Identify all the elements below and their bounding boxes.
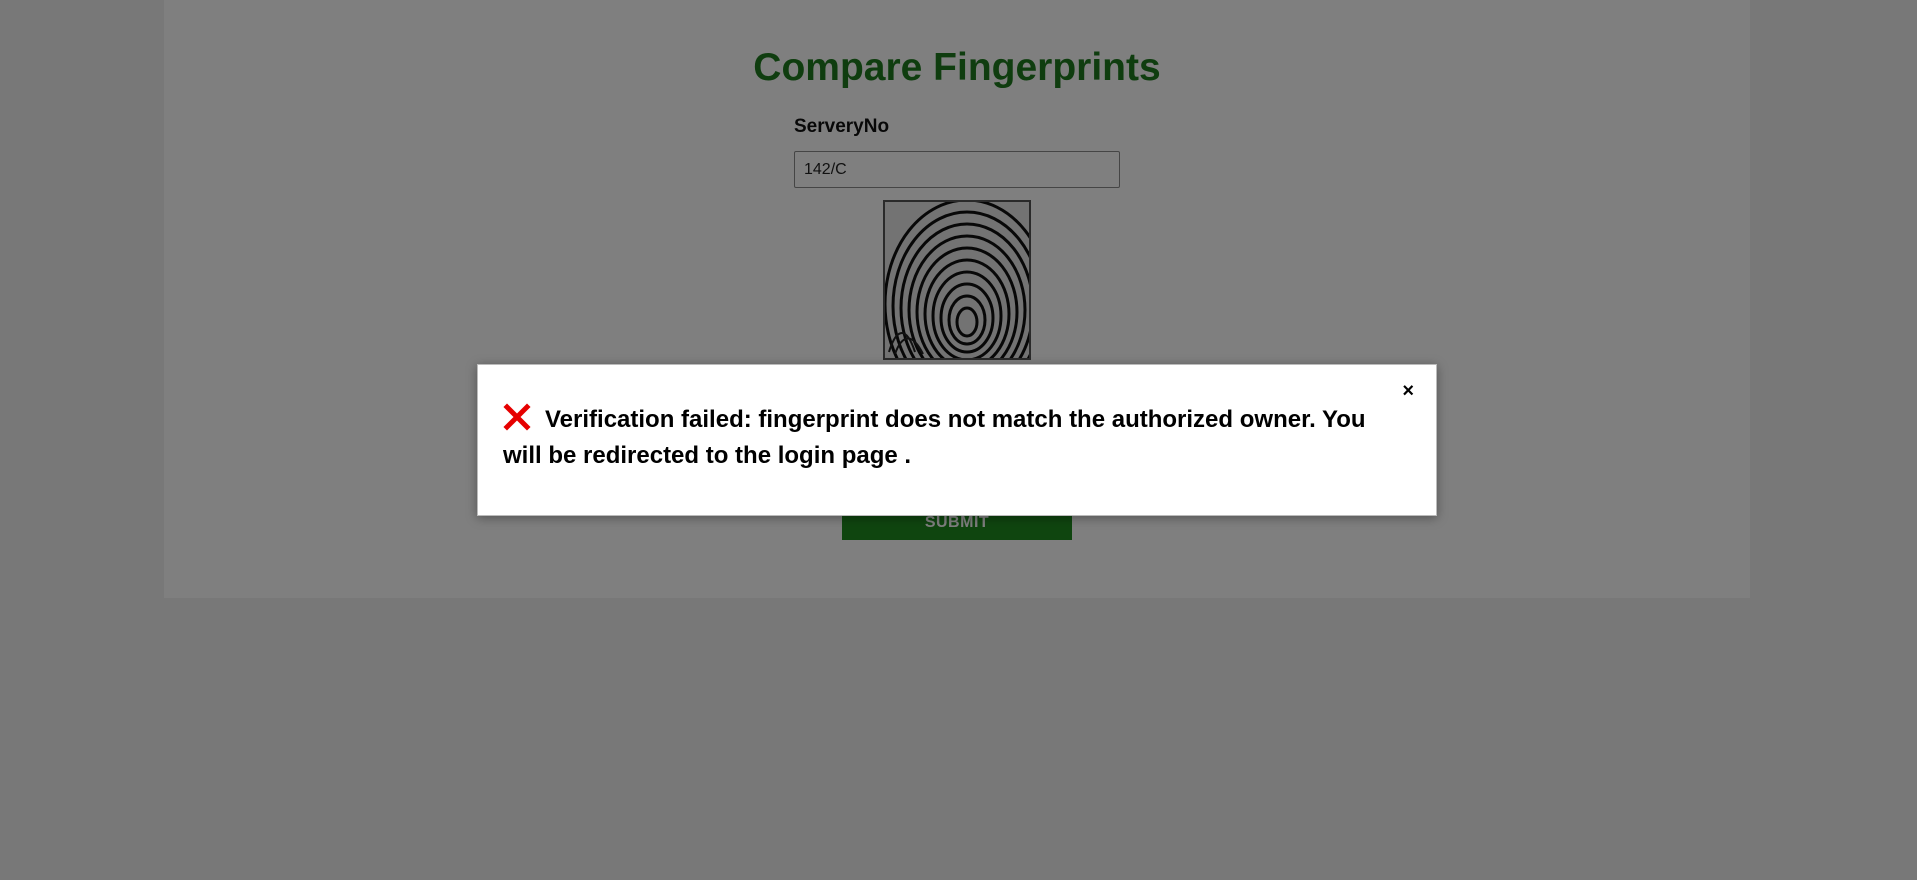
modal-message: Verification failed: fingerprint does no… [503, 406, 1366, 469]
verification-failed-dialog: × Verification failed: fingerprint does … [477, 364, 1437, 516]
modal-message-container: Verification failed: fingerprint does no… [503, 403, 1408, 472]
error-x-icon [503, 403, 531, 440]
close-icon[interactable]: × [1402, 381, 1414, 401]
